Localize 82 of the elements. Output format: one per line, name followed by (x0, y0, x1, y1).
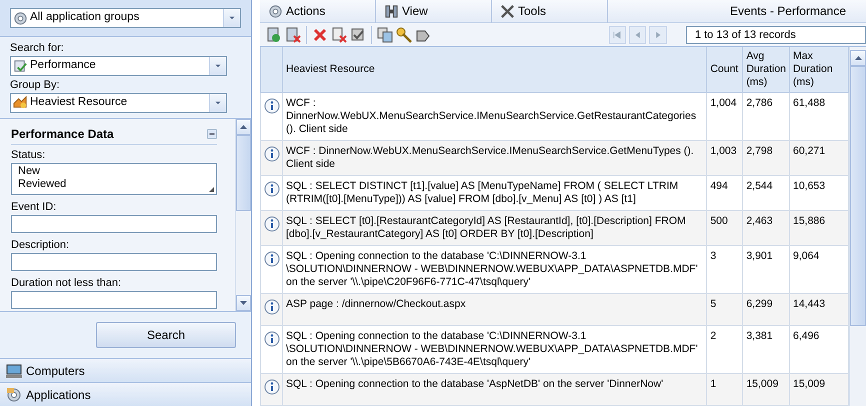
table-cell: 14,443 (790, 293, 848, 325)
info-icon (264, 378, 280, 394)
scrollbar[interactable] (849, 47, 866, 406)
table-cell: 2,544 (742, 175, 790, 210)
panel-title: Performance Data (11, 126, 114, 142)
input-field[interactable] (11, 214, 217, 232)
info-icon (264, 146, 280, 162)
table-cell: 1 (706, 373, 743, 405)
field-label: Description: (11, 238, 70, 252)
copy-icon[interactable] (376, 26, 393, 42)
check-icon[interactable] (350, 26, 366, 42)
field-label: Duration not less than: (11, 276, 122, 290)
table-cell: SQL : Opening connection to the database 'C:\DINNERNOW-3.1 \SOLUTION\DINNERNOW - WEB\DINNERNOW.WEBUX\APP_DATA\ASPNETDB.MDF' on the server '\\.\pipe\C20F96F6-771C-47\tsql\query' (282, 245, 707, 293)
collapse-icon[interactable] (207, 128, 217, 138)
input-field[interactable] (11, 252, 217, 270)
list-item[interactable]: Reviewed (18, 178, 210, 190)
document-cross-icon[interactable] (330, 26, 347, 42)
scroll-down-icon[interactable] (240, 301, 247, 305)
table-cell: 3,901 (742, 245, 790, 293)
column-header[interactable]: Heaviest Resource (282, 47, 707, 92)
field-label: Event ID: (11, 200, 58, 214)
gear-icon (13, 10, 28, 26)
checklist-icon (13, 58, 28, 74)
first-page-icon (612, 30, 622, 40)
binoculars-icon (384, 4, 399, 18)
column-header[interactable]: Avg Duration (ms) (742, 47, 790, 92)
table-cell: WCF : DinnerNow.WebUX.MenuSearchService.IMenuSearchService.GetMenuTypes (). Client side (282, 140, 707, 175)
view-title: Events - Performance (728, 3, 847, 20)
table-cell: SQL : Opening connection to the database 'AspNetDB' on the server 'DinnerNow' (282, 373, 707, 405)
info-icon (264, 250, 280, 266)
table-cell: SQL : SELECT [t0].[RestaurantCategoryId] AS [RestaurantId], [t0].[Description] FROM [dbo].[v_RestaurantCategory] AS [t0] ORDER BY [t0].[Description] (282, 210, 707, 245)
table-cell: 15,009 (742, 373, 790, 405)
scroll-up-icon[interactable] (854, 56, 862, 60)
group-by-dropdown[interactable]: Heaviest Resource (10, 92, 227, 113)
resize-grip-icon (209, 186, 214, 192)
table-cell: SQL : SELECT DISTINCT [t1].[value] AS [MenuTypeName] FROM ( SELECT LTRIM (RTRIM([t0].[MenuType])) AS [value] FROM [dbo].[v_Menu] AS [t0] ) AS [t1] (282, 175, 707, 210)
status-list[interactable]: New Reviewed (11, 162, 217, 194)
input-field[interactable] (11, 290, 217, 308)
info-icon (264, 216, 280, 232)
record-count-field: 1 to 13 of 13 records (686, 26, 866, 44)
table-cell: 1,004 (706, 92, 743, 140)
info-icon (264, 98, 280, 114)
table-cell: ASP page : /dinnernow/Checkout.aspx (282, 293, 707, 325)
cross-icon[interactable] (312, 26, 328, 42)
column-header[interactable]: Count (706, 47, 743, 92)
search-for-dropdown[interactable]: Performance (10, 56, 227, 76)
table-cell: 494 (706, 175, 743, 210)
scroll-up-icon[interactable] (240, 124, 247, 128)
table-cell: 500 (706, 210, 743, 245)
table-cell: 2,463 (742, 210, 790, 245)
gear-icon (6, 386, 22, 402)
table-cell: 3,381 (742, 325, 790, 373)
table-cell: 2,786 (742, 92, 790, 140)
field-label: Group By: (10, 78, 61, 92)
table-cell: 3 (706, 245, 743, 293)
delete-icon[interactable] (285, 26, 301, 42)
table-cell: 5 (706, 293, 743, 325)
key-icon[interactable] (396, 26, 412, 42)
sidebar-section[interactable]: Computers (0, 358, 251, 382)
info-icon (264, 298, 280, 314)
table-cell: SQL : Opening connection to the database 'C:\DINNERNOW-3.1 \SOLUTION\DINNERNOW - WEB\DINNERNOW.WEBUX\APP_DATA\ASPNETDB.MDF' on the server '\\.\pipe\5B6670A6-743E-4E\tsql\query' (282, 325, 707, 373)
table-cell: 15,009 (790, 373, 848, 405)
info-icon (264, 180, 280, 196)
gear-icon (268, 4, 283, 18)
application-group-dropdown[interactable]: All application groups (10, 8, 241, 28)
info-icon (264, 330, 280, 346)
monitor-icon (6, 362, 22, 378)
table-cell: 60,271 (790, 140, 848, 175)
field-label: Status: (11, 148, 46, 162)
list-item[interactable]: New (18, 164, 210, 178)
table-cell: 1,003 (706, 140, 743, 175)
scrollbar[interactable] (235, 118, 251, 311)
search-button[interactable]: Search (96, 322, 236, 348)
table-cell: 2 (706, 325, 743, 373)
column-header[interactable]: Max Duration (ms) (790, 47, 848, 92)
field-label: Search for: (10, 42, 65, 55)
shapes-icon (13, 95, 28, 110)
table-cell: 6,299 (742, 293, 790, 325)
table-cell: 2,798 (742, 140, 790, 175)
sidebar-section[interactable]: Applications (0, 382, 251, 406)
table-cell: WCF : DinnerNow.WebUX.MenuSearchService.IMenuSearchService.GetRestaurantCategories (). Client side (282, 92, 707, 140)
table-cell: 15,886 (790, 210, 848, 245)
